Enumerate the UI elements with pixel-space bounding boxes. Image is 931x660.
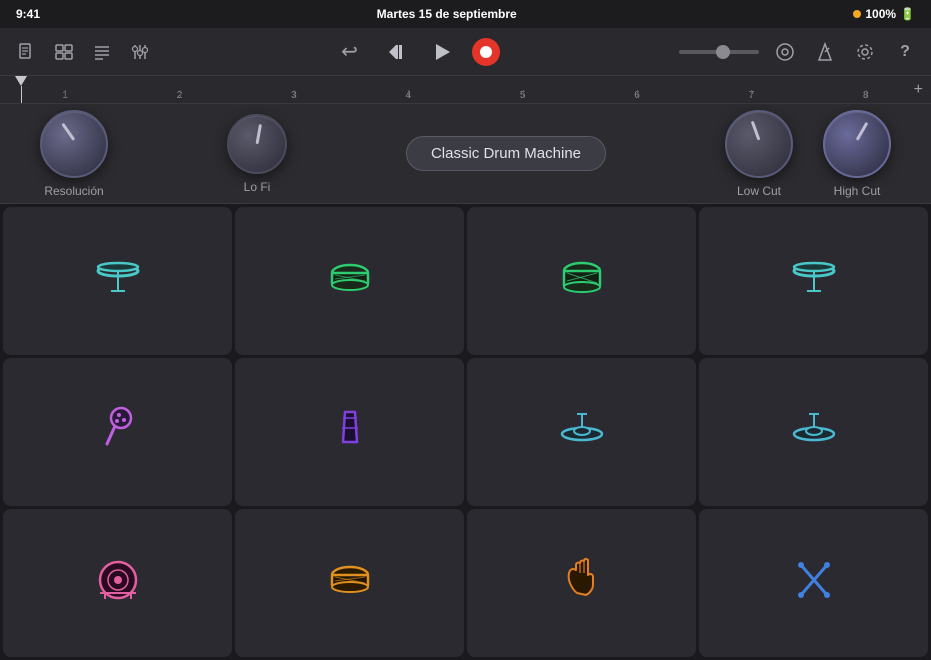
ruler-mark: 1 <box>8 90 122 101</box>
lowcut-knob-group: Low Cut <box>725 110 793 198</box>
toolbar-center-group: ↩ <box>334 36 500 68</box>
document-icon[interactable] <box>12 38 40 66</box>
status-time: 9:41 <box>16 7 40 21</box>
status-date: Martes 15 de septiembre <box>377 7 517 21</box>
cross-icon <box>789 555 839 612</box>
pad-9[interactable] <box>3 509 232 657</box>
status-bar: 9:41 Martes 15 de septiembre 100% 🔋 <box>0 0 931 28</box>
help-icon[interactable]: ? <box>891 38 919 66</box>
cymbal2-icon <box>789 404 839 461</box>
ruler-mark: 4 <box>351 90 465 101</box>
snare-icon <box>325 253 375 310</box>
timeline-ruler: 12345678 + <box>0 76 931 104</box>
instrument-name-text: Classic Drum Machine <box>431 145 581 162</box>
highcut-knob[interactable] <box>823 110 891 178</box>
status-indicators: 100% 🔋 <box>853 7 915 21</box>
lowcut-label: Low Cut <box>737 184 781 198</box>
pad-11[interactable] <box>467 509 696 657</box>
lowcut-knob[interactable] <box>725 110 793 178</box>
pad-6[interactable] <box>235 358 464 506</box>
add-track-button[interactable]: + <box>914 81 923 99</box>
toolbar-left-group <box>12 38 154 66</box>
play-button[interactable] <box>426 36 458 68</box>
pad-8[interactable] <box>699 358 928 506</box>
ruler-mark: 7 <box>694 90 808 101</box>
ruler-mark: 6 <box>580 90 694 101</box>
ruler-mark: 8 <box>809 90 923 101</box>
layers-icon[interactable] <box>50 38 78 66</box>
pad-grid <box>0 204 931 660</box>
resolution-label: Resolución <box>44 184 103 198</box>
snare2-icon <box>557 253 607 310</box>
snare3-icon <box>325 555 375 612</box>
kick-icon <box>93 555 143 612</box>
hihat-icon <box>93 253 143 310</box>
pad-3[interactable] <box>467 207 696 355</box>
settings-icon[interactable] <box>851 38 879 66</box>
date-display: Martes 15 de septiembre <box>377 7 517 21</box>
controls-right: Low Cut High Cut <box>725 110 891 198</box>
ruler-mark: 2 <box>122 90 236 101</box>
hihat2-icon <box>789 253 839 310</box>
resolution-knob[interactable] <box>40 110 108 178</box>
cowbell-icon <box>325 404 375 461</box>
pad-1[interactable] <box>3 207 232 355</box>
loop-icon[interactable] <box>771 38 799 66</box>
mixer-icon[interactable] <box>126 38 154 66</box>
undo-button[interactable]: ↩ <box>334 36 366 68</box>
resolution-knob-group: Resolución <box>40 110 108 198</box>
toolbar: ↩ <box>0 28 931 76</box>
battery-level: 100% <box>865 7 896 21</box>
pad-5[interactable] <box>3 358 232 506</box>
lofi-knob[interactable] <box>227 114 287 174</box>
highcut-knob-group: High Cut <box>823 110 891 198</box>
skip-back-button[interactable] <box>380 36 412 68</box>
ruler-mark: 5 <box>466 90 580 101</box>
ruler-marks: 12345678 <box>8 76 923 103</box>
lofi-label: Lo Fi <box>244 180 271 194</box>
battery-dot-icon <box>853 10 861 18</box>
pad-4[interactable] <box>699 207 928 355</box>
hand-icon <box>557 555 607 612</box>
main-content <box>0 204 931 660</box>
highcut-label: High Cut <box>834 184 881 198</box>
volume-slider[interactable] <box>679 50 759 54</box>
toolbar-right-group: ? <box>679 38 919 66</box>
time-display: 9:41 <box>16 7 40 21</box>
controls-area: Resolución Lo Fi Classic Drum Machine Lo… <box>0 104 931 204</box>
pad-7[interactable] <box>467 358 696 506</box>
instrument-name-badge[interactable]: Classic Drum Machine <box>406 136 606 171</box>
list-icon[interactable] <box>88 38 116 66</box>
pad-2[interactable] <box>235 207 464 355</box>
metronome-icon[interactable] <box>811 38 839 66</box>
pad-10[interactable] <box>235 509 464 657</box>
pad-12[interactable] <box>699 509 928 657</box>
maraca-icon <box>93 404 143 461</box>
lofi-knob-group: Lo Fi <box>227 114 287 194</box>
ruler-mark: 3 <box>237 90 351 101</box>
battery-icon: 🔋 <box>900 7 915 21</box>
record-button[interactable] <box>472 38 500 66</box>
cymbal1-icon <box>557 404 607 461</box>
